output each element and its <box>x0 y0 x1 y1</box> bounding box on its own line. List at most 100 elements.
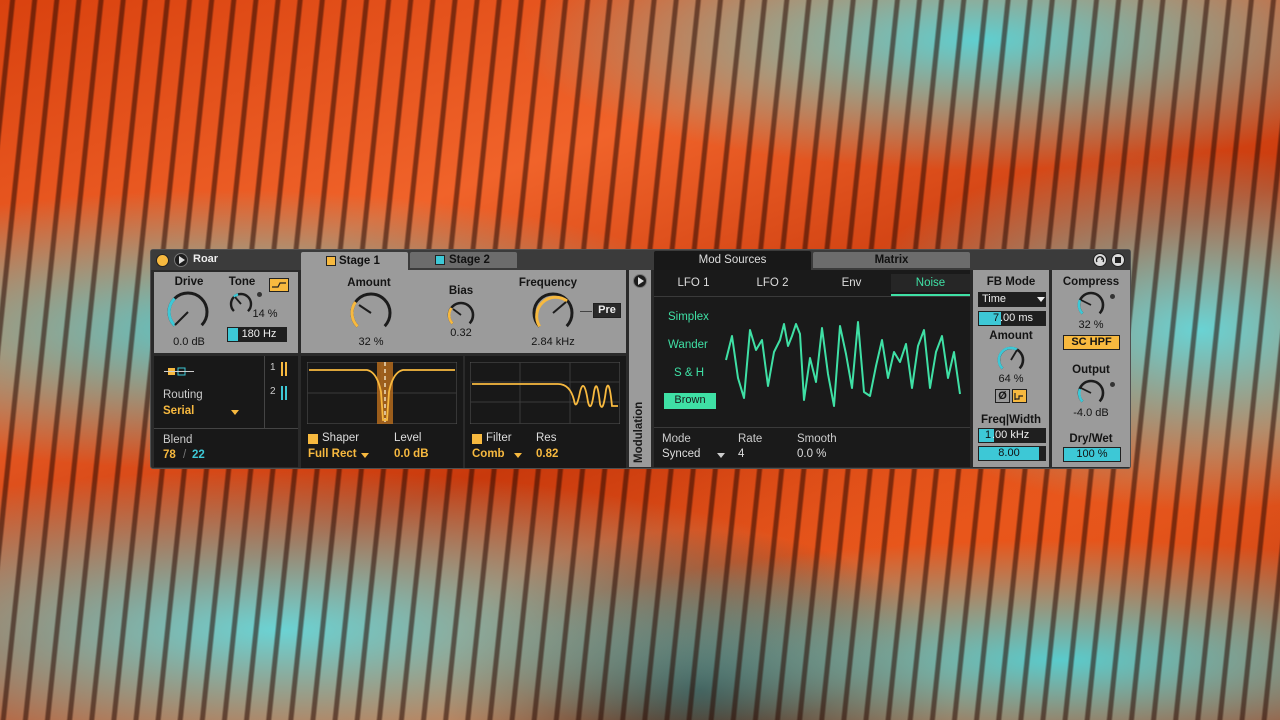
mod-source-tabs: LFO 1 LFO 2 Env Noise <box>654 270 970 296</box>
noise-type-wander[interactable]: Wander <box>668 339 708 351</box>
routing-lane-1-bars[interactable] <box>281 362 287 376</box>
output-label: Output <box>1072 364 1110 376</box>
shaper-type-select[interactable]: Full Rect <box>308 448 357 460</box>
routing-select[interactable]: Serial <box>163 405 194 417</box>
fb-mode-select[interactable]: Time <box>978 292 1046 307</box>
fb-width-field[interactable]: 8.00 <box>978 446 1046 461</box>
frequency-label: Frequency <box>518 277 578 289</box>
tabs-divider <box>654 296 970 297</box>
tab-matrix-label: Matrix <box>874 254 909 266</box>
shaper-curve-display[interactable] <box>307 362 457 424</box>
tab-matrix[interactable]: Matrix <box>813 252 970 268</box>
blend-value-stage-1[interactable]: 78 <box>163 449 176 461</box>
fb-mode-label: FB Mode <box>986 276 1036 288</box>
drive-tone-panel: Drive 0.0 dB Tone 14 % 180 Hz <box>154 272 298 353</box>
blend-value-stage-2[interactable]: 22 <box>192 449 205 461</box>
amount-knob[interactable] <box>347 289 395 337</box>
tab-mod-sources-label: Mod Sources <box>698 254 767 266</box>
modulation-strip: Modulation <box>629 270 651 467</box>
tone-mod-indicator-icon <box>257 292 262 297</box>
fb-filter-icon-button[interactable] <box>1012 389 1027 403</box>
smooth-label: Smooth <box>797 433 837 445</box>
routing-lane-2-bars[interactable] <box>281 386 287 400</box>
tone-freq-field[interactable]: 180 Hz <box>227 327 287 342</box>
level-value[interactable]: 0.0 dB <box>394 448 429 460</box>
tab-lfo-1[interactable]: LFO 1 <box>654 274 733 292</box>
tab-lfo-2[interactable]: LFO 2 <box>733 274 812 292</box>
routing-lane-2-label: 2 <box>270 386 276 397</box>
output-knob[interactable] <box>1074 376 1108 410</box>
bias-label: Bias <box>448 285 474 297</box>
stage-1-color-icon <box>326 256 336 266</box>
compress-knob[interactable] <box>1074 288 1108 322</box>
device-power-button[interactable] <box>156 254 169 267</box>
mode-select[interactable]: Synced <box>662 448 700 460</box>
tone-filter-shape-button[interactable] <box>269 278 289 292</box>
mod-params-divider <box>654 427 970 428</box>
noise-type-sample-hold[interactable]: S & H <box>674 367 704 379</box>
drywet-field[interactable]: 100 % <box>1063 447 1121 462</box>
frequency-knob[interactable] <box>529 289 577 337</box>
fb-phase-invert-button[interactable]: Ø <box>995 389 1010 403</box>
fb-freq-field[interactable]: 1 .00 kHz <box>978 428 1046 443</box>
pre-toggle-button[interactable]: Pre <box>593 303 621 318</box>
stage-2-color-icon <box>435 255 445 265</box>
shaper-dropdown-icon[interactable] <box>361 453 369 459</box>
rate-value[interactable]: 4 <box>738 448 744 460</box>
level-label: Level <box>394 432 422 444</box>
tab-stage-2[interactable]: Stage 2 <box>410 252 517 268</box>
fb-amount-label: Amount <box>989 330 1033 342</box>
fb-amount-knob[interactable] <box>994 343 1028 377</box>
tab-stage-1[interactable]: Stage 1 <box>301 252 408 270</box>
fb-freq-rest: .00 kHz <box>992 429 1030 441</box>
rate-label: Rate <box>738 433 763 445</box>
noise-type-brown-button[interactable]: Brown <box>664 393 716 409</box>
noise-waveform-display <box>725 321 961 407</box>
routing-panel: Routing Serial 1 2 <box>154 356 298 428</box>
routing-serial-icon <box>164 367 194 376</box>
shaper-panel: Shaper Full Rect Level 0.0 dB <box>301 356 463 468</box>
sc-hpf-button[interactable]: SC HPF <box>1063 335 1120 350</box>
blend-panel: Blend 78 / 22 <box>154 428 298 467</box>
filter-label: Filter <box>486 432 512 444</box>
blend-separator: / <box>183 449 187 461</box>
tab-mod-sources[interactable]: Mod Sources <box>654 251 811 270</box>
tab-stage-1-label: Stage 1 <box>339 255 380 267</box>
device-title-bar: Roar Stage 1 Stage 2 Mod Sources Matrix <box>151 250 1130 270</box>
res-value[interactable]: 0.82 <box>536 448 558 460</box>
drive-knob[interactable] <box>164 288 212 336</box>
compress-mod-indicator-icon <box>1110 294 1115 299</box>
stage-panel: Amount 32 % Bias 0.32 Frequency Pre 2.84… <box>301 270 626 353</box>
noise-type-simplex[interactable]: Simplex <box>668 311 709 323</box>
routing-dropdown-icon[interactable] <box>231 410 239 416</box>
fb-time-int: 7 <box>993 312 1000 324</box>
filter-dropdown-icon[interactable] <box>514 453 522 459</box>
fb-time-rest: .00 ms <box>1000 312 1034 324</box>
output-mod-indicator-icon <box>1110 382 1115 387</box>
routing-label: Routing <box>163 389 203 401</box>
modulation-expand-button[interactable] <box>633 274 647 288</box>
fb-amount-value: 64 % <box>998 373 1024 385</box>
smooth-value[interactable]: 0.0 % <box>797 448 826 460</box>
fb-time-field[interactable]: 7 .00 ms <box>978 311 1046 326</box>
compress-label: Compress <box>1062 276 1120 288</box>
device-reset-icon[interactable] <box>1093 253 1107 267</box>
device-save-icon[interactable] <box>1111 253 1125 267</box>
frequency-value: 2.84 kHz <box>531 336 575 348</box>
tab-env[interactable]: Env <box>812 274 891 292</box>
modulation-vertical-label: Modulation <box>633 401 645 463</box>
feedback-panel: FB Mode Time 7 .00 ms Amount 64 % Ø Freq… <box>973 270 1049 467</box>
shaper-enable-toggle[interactable] <box>308 434 318 444</box>
routing-lanes-divider <box>264 356 265 428</box>
filter-response-display[interactable] <box>470 362 620 424</box>
output-panel: Compress 32 % SC HPF Output -4.0 dB Dry/… <box>1052 270 1130 467</box>
device-fold-button[interactable] <box>174 253 188 267</box>
filter-type-select[interactable]: Comb <box>472 448 505 460</box>
filter-enable-toggle[interactable] <box>472 434 482 444</box>
blend-label: Blend <box>163 434 193 446</box>
res-label: Res <box>536 432 557 444</box>
tab-noise[interactable]: Noise <box>891 274 970 292</box>
mode-dropdown-icon[interactable] <box>717 453 725 459</box>
amount-value: 32 % <box>358 336 384 348</box>
drywet-label: Dry/Wet <box>1069 433 1113 445</box>
